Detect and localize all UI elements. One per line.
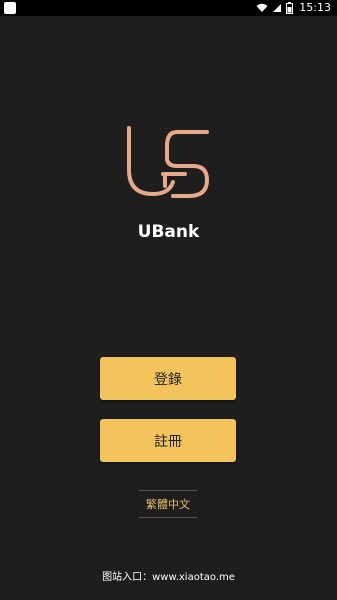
language-switch[interactable]: 繁體中文 bbox=[139, 490, 197, 518]
login-button[interactable]: 登錄 bbox=[100, 357, 236, 400]
register-button[interactable]: 註冊 bbox=[100, 419, 236, 462]
app-notification-icon bbox=[4, 2, 16, 14]
status-icons: 15:13 bbox=[256, 0, 331, 16]
wifi-icon bbox=[256, 3, 268, 12]
signal-icon bbox=[273, 4, 282, 12]
battery-icon bbox=[286, 2, 294, 14]
status-bar: 15:13 bbox=[0, 0, 337, 16]
language-label: 繁體中文 bbox=[146, 498, 190, 511]
ubank-logo bbox=[127, 126, 209, 198]
footer-text: 图站入口：www.xiaotao.me bbox=[102, 572, 235, 583]
app-name: UBank bbox=[137, 222, 200, 242]
status-time: 15:13 bbox=[299, 1, 331, 14]
